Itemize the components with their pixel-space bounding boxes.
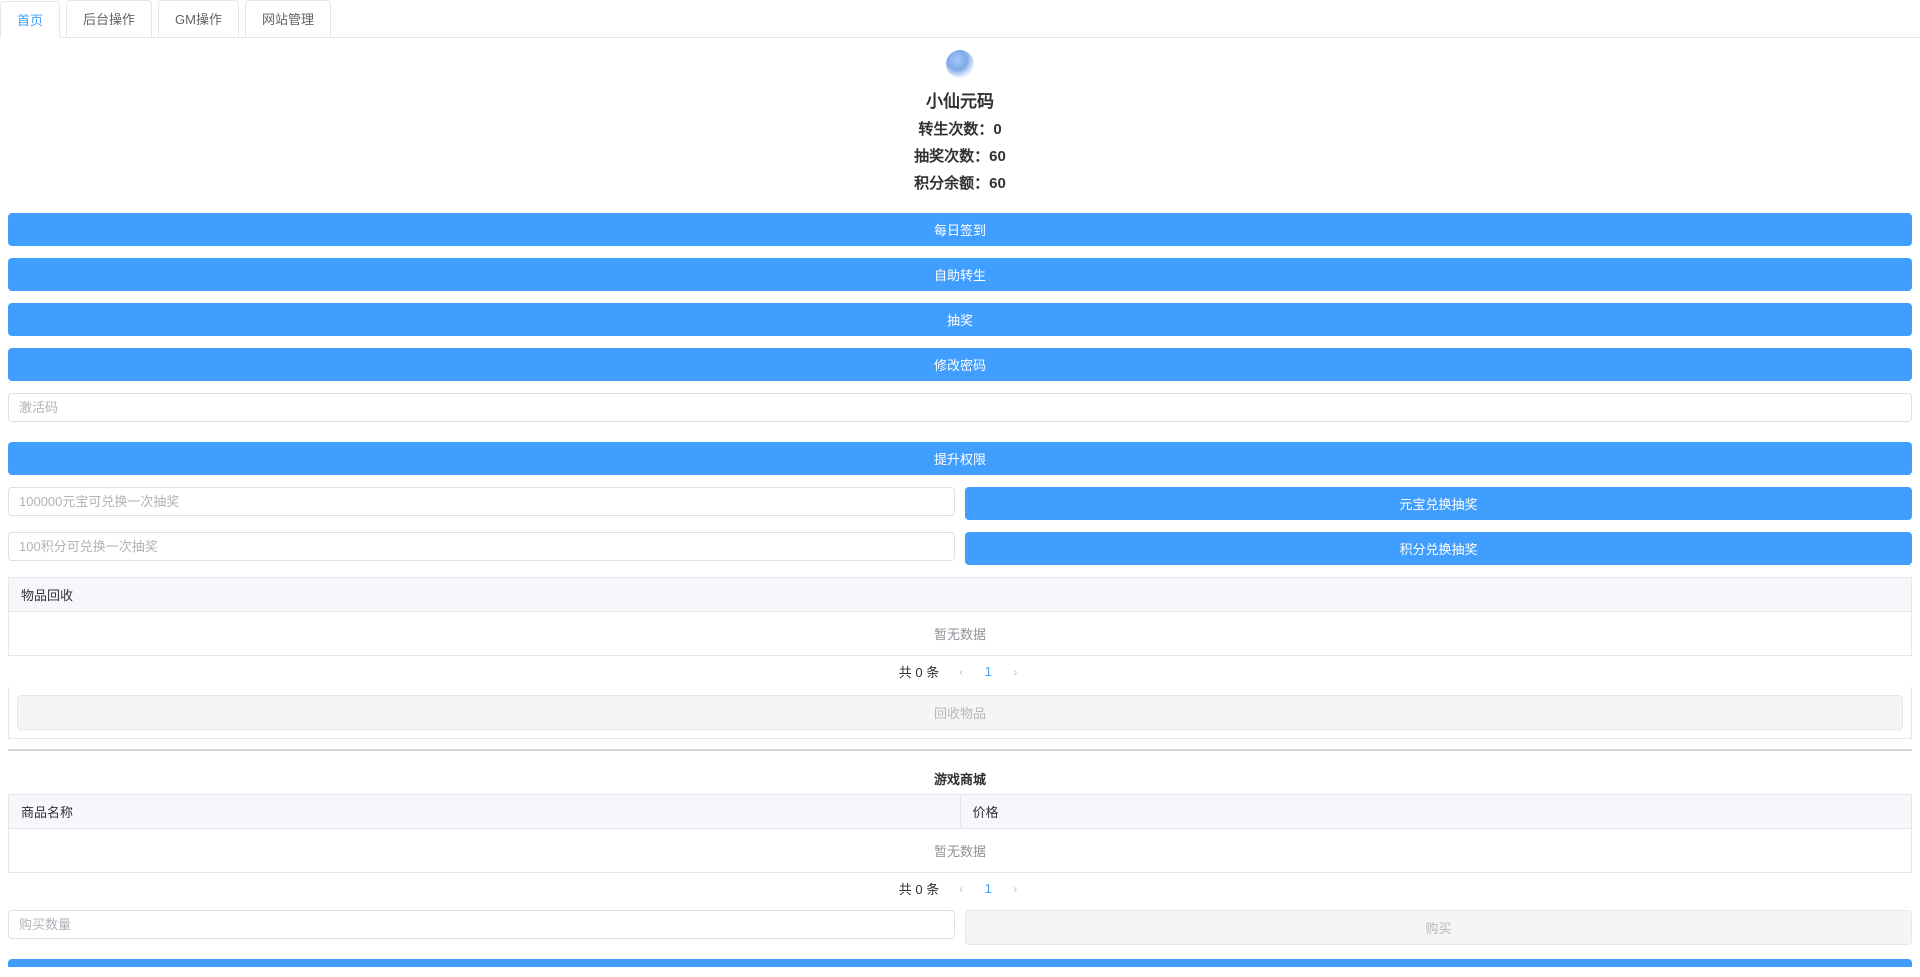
lottery-button[interactable]: 抽奖 <box>8 303 1912 336</box>
mall-page-num[interactable]: 1 <box>977 881 999 896</box>
profile-name: 小仙元码 <box>8 87 1912 112</box>
buy-qty-input[interactable] <box>8 910 955 939</box>
stat-lottery-label: 抽奖次数： <box>914 148 989 165</box>
recycle-prev-icon[interactable]: ‹ <box>955 665 967 679</box>
recycle-button: 回收物品 <box>17 695 1903 730</box>
points-exchange-input[interactable] <box>8 532 955 561</box>
stat-points-label: 积分余额： <box>914 175 989 192</box>
yuanbao-exchange-button[interactable]: 元宝兑换抽奖 <box>965 487 1912 520</box>
mall-prev-icon[interactable]: ‹ <box>955 882 967 896</box>
stat-points-value: 60 <box>989 175 1006 192</box>
stat-lottery: 抽奖次数：60 <box>8 145 1912 166</box>
stat-points: 积分余额：60 <box>8 172 1912 193</box>
mall-col-price: 价格 <box>961 795 1912 828</box>
recycle-page-num[interactable]: 1 <box>977 664 999 679</box>
mall-pagination: 共 0 条 ‹ 1 › <box>8 873 1912 904</box>
stat-rebirth-value: 0 <box>993 121 1001 138</box>
tab-home[interactable]: 首页 <box>0 1 60 38</box>
tab-backend[interactable]: 后台操作 <box>66 0 152 37</box>
tab-site[interactable]: 网站管理 <box>245 0 331 37</box>
mall-total-count: 0 <box>915 882 922 897</box>
recycle-empty-text: 暂无数据 <box>8 612 1912 656</box>
recycle-pagination: 共 0 条 ‹ 1 › <box>8 656 1912 687</box>
recycle-next-icon[interactable]: › <box>1009 665 1021 679</box>
activation-code-input[interactable] <box>8 393 1912 422</box>
recycle-panel-header: 物品回收 <box>8 577 1912 612</box>
recycle-total-count: 0 <box>915 665 922 680</box>
yuanbao-exchange-input[interactable] <box>8 487 955 516</box>
mall-next-icon[interactable]: › <box>1009 882 1021 896</box>
mall-total: 共 0 条 <box>899 879 940 898</box>
recycle-total-suffix: 条 <box>926 665 939 680</box>
stat-rebirth: 转生次数：0 <box>8 118 1912 139</box>
change-password-button[interactable]: 修改密码 <box>8 348 1912 381</box>
self-rebirth-button[interactable]: 自助转生 <box>8 258 1912 291</box>
mall-total-prefix: 共 <box>899 882 912 897</box>
next-section-button-peek[interactable] <box>8 959 1912 967</box>
buy-button: 购买 <box>965 910 1912 945</box>
points-exchange-button[interactable]: 积分兑换抽奖 <box>965 532 1912 565</box>
mall-title: 游戏商城 <box>8 763 1912 794</box>
stat-rebirth-label: 转生次数： <box>918 121 993 138</box>
tab-bar: 首页 后台操作 GM操作 网站管理 <box>0 0 1920 38</box>
avatar <box>946 50 974 78</box>
mall-empty-text: 暂无数据 <box>8 829 1912 873</box>
recycle-total-prefix: 共 <box>899 665 912 680</box>
recycle-total: 共 0 条 <box>899 662 940 681</box>
elevate-button[interactable]: 提升权限 <box>8 442 1912 475</box>
mall-table-header: 商品名称 价格 <box>8 794 1912 829</box>
stat-lottery-value: 60 <box>989 148 1006 165</box>
profile-section: 小仙元码 转生次数：0 抽奖次数：60 积分余额：60 <box>8 46 1912 203</box>
separator <box>8 749 1912 751</box>
daily-checkin-button[interactable]: 每日签到 <box>8 213 1912 246</box>
mall-total-suffix: 条 <box>926 882 939 897</box>
tab-gm[interactable]: GM操作 <box>158 0 239 37</box>
mall-col-name: 商品名称 <box>9 795 961 828</box>
